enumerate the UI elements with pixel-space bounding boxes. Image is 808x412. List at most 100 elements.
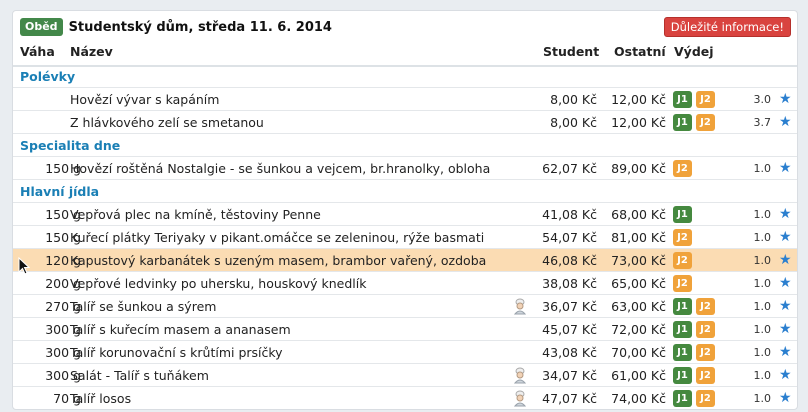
price-student: 38,08 Kč (542, 276, 597, 291)
meal-label-badge: Oběd (20, 18, 63, 36)
column-header-name: Název (70, 44, 113, 59)
price-student: 8,00 Kč (550, 92, 597, 107)
star-icon[interactable]: ★ (779, 341, 792, 364)
dispense-badge-j2[interactable]: J2 (696, 390, 715, 407)
dispense-badge-j1[interactable]: J1 (673, 114, 692, 131)
menu-header: Oběd Studentský dům, středa 11. 6. 2014 … (13, 11, 797, 43)
dispense-badges: J2 (673, 226, 692, 249)
dispense-badge-j2[interactable]: J2 (673, 275, 692, 292)
dispense-badge-j2[interactable]: J2 (696, 91, 715, 108)
dispense-badges: J1 J2 (673, 295, 715, 318)
price-other: 68,00 Kč (611, 207, 666, 222)
dispense-badge-j2[interactable]: J2 (696, 321, 715, 338)
price-student: 36,07 Kč (542, 299, 597, 314)
dispense-badge-j2[interactable]: J2 (673, 160, 692, 177)
price-student: 54,07 Kč (542, 230, 597, 245)
menu-item-row[interactable]: 120 g Kapustový karbanátek s uzeným masem… (13, 249, 797, 272)
dispense-badge-j2[interactable]: J2 (696, 344, 715, 361)
menu-item-row[interactable]: 300 g Talíř korunovační s krůtími prsíčky… (13, 341, 797, 364)
item-rating: 1.0 (753, 323, 772, 336)
star-icon[interactable]: ★ (779, 203, 792, 226)
column-header-weight: Váha (20, 44, 55, 59)
dispense-badge-j1[interactable]: J1 (673, 344, 692, 361)
dispense-badges: J1 J2 (673, 387, 715, 409)
price-student: 62,07 Kč (542, 161, 597, 176)
price-other: 73,00 Kč (611, 253, 666, 268)
menu-table-body: Polévky Hovězí vývar s kapáním 8,00 Kč 12,0… (13, 65, 797, 409)
price-student: 43,08 Kč (542, 345, 597, 360)
price-other: 65,00 Kč (611, 276, 666, 291)
item-rating: 1.0 (753, 300, 772, 313)
star-icon[interactable]: ★ (779, 226, 792, 249)
star-icon[interactable]: ★ (779, 318, 792, 341)
item-rating: 1.0 (753, 346, 772, 359)
dispense-badge-j1[interactable]: J1 (673, 390, 692, 407)
star-icon[interactable]: ★ (779, 387, 792, 409)
item-rating: 1.0 (753, 392, 772, 405)
chef-icon (513, 367, 527, 384)
item-name: Vepřová plec na kmíně, těstoviny Penne (70, 207, 321, 222)
dispense-badge-j1[interactable]: J1 (673, 91, 692, 108)
table-header: Váha Název Student Ostatní Výdej (13, 41, 797, 67)
dispense-badge-j2[interactable]: J2 (673, 229, 692, 246)
item-rating: 1.0 (753, 254, 772, 267)
dispense-badges: J1 J2 (673, 318, 715, 341)
menu-item-row[interactable]: Z hlávkového zelí se smetanou 8,00 Kč 12,0… (13, 111, 797, 134)
star-icon[interactable]: ★ (779, 249, 792, 272)
dispense-badges: J1 J2 (673, 341, 715, 364)
star-icon[interactable]: ★ (779, 157, 792, 180)
menu-item-row[interactable]: 70 g Talíř losos 47,07 Kč 74,00 Kč J1 J2 1.0 ★ (13, 387, 797, 409)
dispense-badge-j2[interactable]: J2 (696, 298, 715, 315)
item-name: Kapustový karbanátek s uzeným masem, bra… (70, 253, 487, 268)
dispense-badge-j2[interactable]: J2 (696, 367, 715, 384)
star-icon[interactable]: ★ (779, 364, 792, 387)
price-other: 63,00 Kč (611, 299, 666, 314)
menu-item-row[interactable]: 150 g Vepřová plec na kmíně, těstoviny Pe… (13, 203, 797, 226)
menu-item-row[interactable]: 200 g Vepřové ledvinky po uhersku, housko… (13, 272, 797, 295)
star-icon[interactable]: ★ (779, 111, 792, 134)
category-row: Specialita dne (13, 134, 797, 157)
item-name: Salát - Talíř s tuňákem (70, 368, 209, 383)
item-rating: 1.0 (753, 231, 772, 244)
star-icon[interactable]: ★ (779, 88, 792, 111)
price-other: 72,00 Kč (611, 322, 666, 337)
dispense-badge-j1[interactable]: J1 (673, 367, 692, 384)
mouse-pointer-icon (18, 257, 30, 275)
star-icon[interactable]: ★ (779, 272, 792, 295)
dispense-badge-j2[interactable]: J2 (673, 252, 692, 269)
item-name: Vepřové ledvinky po uhersku, houskový kn… (70, 276, 367, 291)
category-name: Polévky (20, 69, 76, 84)
dispense-badge-j1[interactable]: J1 (673, 206, 692, 223)
dispense-badge-j1[interactable]: J1 (673, 298, 692, 315)
item-rating: 3.7 (753, 116, 772, 129)
menu-item-row[interactable]: 270 g Talíř se šunkou a sýrem 36,07 Kč 63,0… (13, 295, 797, 318)
dispense-badges: J1 J2 (673, 111, 715, 134)
chef-icon (513, 390, 527, 407)
item-name: Talíř se šunkou a sýrem (70, 299, 217, 314)
column-header-dispense: Výdej (674, 44, 714, 59)
price-student: 45,07 Kč (542, 322, 597, 337)
category-row: Polévky (13, 65, 797, 88)
menu-item-row[interactable]: 150 g Kuřecí plátky Teriyaky v pikant.omá… (13, 226, 797, 249)
category-row: Hlavní jídla (13, 180, 797, 203)
menu-item-row[interactable]: 150 g Hovězí roštěná Nostalgie - se šunko… (13, 157, 797, 180)
item-name: Hovězí roštěná Nostalgie - se šunkou a v… (70, 161, 491, 176)
price-student: 46,08 Kč (542, 253, 597, 268)
dispense-badges: J2 (673, 249, 692, 272)
menu-item-row[interactable]: Hovězí vývar s kapáním 8,00 Kč 12,00 Kč J1 J… (13, 88, 797, 111)
price-other: 81,00 Kč (611, 230, 666, 245)
item-name: Talíř s kuřecím masem a ananasem (70, 322, 291, 337)
price-other: 12,00 Kč (611, 92, 666, 107)
item-name: Talíř losos (70, 391, 132, 406)
important-info-button[interactable]: Důležité informace! (663, 17, 791, 37)
star-icon[interactable]: ★ (779, 295, 792, 318)
dispense-badges: J1 J2 (673, 88, 715, 111)
item-name: Z hlávkového zelí se smetanou (70, 115, 264, 130)
item-rating: 1.0 (753, 277, 772, 290)
price-other: 89,00 Kč (611, 161, 666, 176)
menu-item-row[interactable]: 300 g Salát - Talíř s tuňákem 34,07 Kč 61,0… (13, 364, 797, 387)
dispense-badge-j1[interactable]: J1 (673, 321, 692, 338)
price-other: 61,00 Kč (611, 368, 666, 383)
menu-item-row[interactable]: 300 g Talíř s kuřecím masem a ananasem 45,… (13, 318, 797, 341)
dispense-badge-j2[interactable]: J2 (696, 114, 715, 131)
